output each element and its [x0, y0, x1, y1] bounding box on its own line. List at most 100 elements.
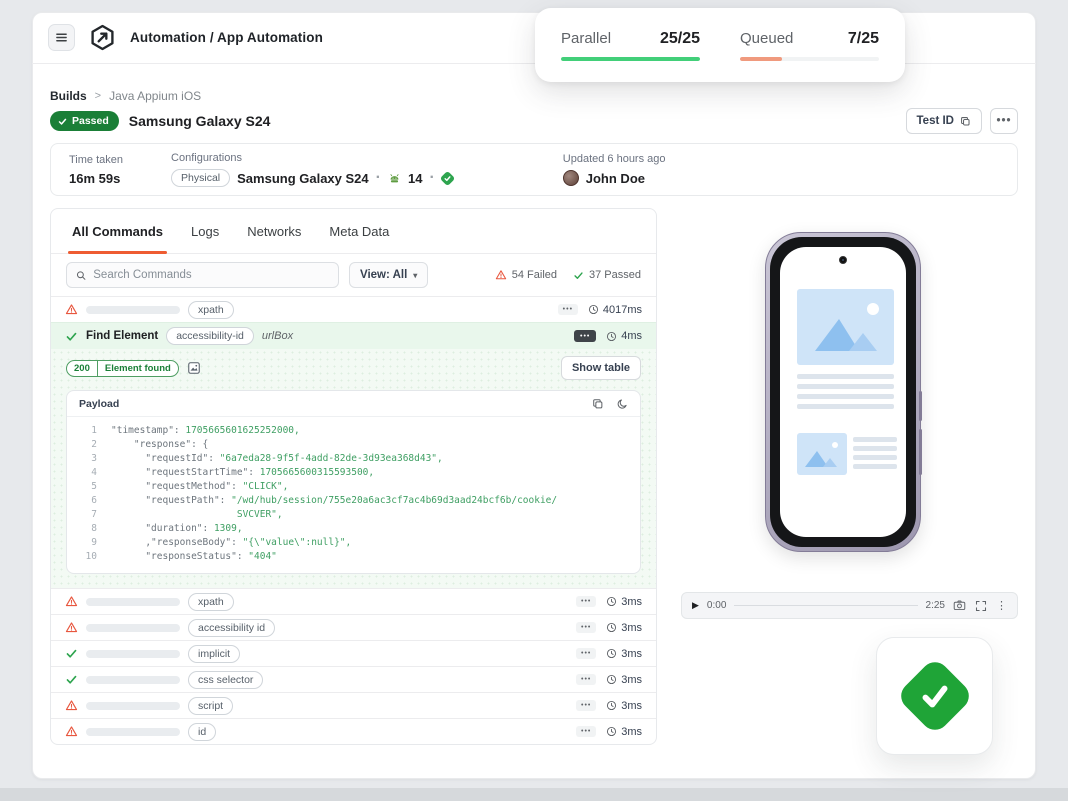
duration-value: 4017ms [603, 304, 642, 316]
command-row[interactable]: accessibility id •••3ms [51, 614, 656, 640]
check-icon [573, 270, 584, 281]
kebab-menu-icon[interactable]: ⋮ [996, 599, 1007, 612]
row-menu-button[interactable]: ••• [558, 304, 578, 315]
command-name-skeleton [86, 728, 180, 736]
text-skeleton-line [797, 384, 894, 389]
row-menu-button-dark[interactable]: ••• [574, 330, 596, 342]
total-time: 2:25 [926, 600, 945, 611]
play-icon[interactable]: ▶ [692, 600, 699, 611]
text-skeleton-line [797, 394, 894, 399]
warning-icon [65, 595, 78, 608]
more-actions-button[interactable]: ••• [990, 108, 1018, 134]
text-skeleton-line [853, 446, 897, 451]
clock-icon [606, 700, 617, 711]
locator-badge: css selector [188, 671, 263, 689]
image-placeholder [797, 289, 894, 365]
user-name: John Doe [586, 171, 645, 186]
seek-bar[interactable] [734, 605, 917, 606]
search-commands-input[interactable] [93, 269, 329, 281]
warning-icon [65, 303, 78, 316]
parallel-progress-bar [561, 57, 700, 61]
tab-all-commands[interactable]: All Commands [72, 209, 163, 253]
command-row[interactable]: script •••3ms [51, 692, 656, 718]
command-row[interactable]: xpath •••3ms [51, 588, 656, 614]
parallel-value: 25/25 [660, 30, 700, 48]
search-commands-box[interactable] [66, 262, 339, 288]
command-row[interactable]: implicit •••3ms [51, 640, 656, 666]
locator-badge: xpath [188, 593, 234, 611]
command-row[interactable]: css selector •••3ms [51, 666, 656, 692]
row-menu-button[interactable]: ••• [576, 726, 596, 737]
clock-icon [606, 726, 617, 737]
locator-badge: implicit [188, 645, 240, 663]
volume-button [919, 391, 922, 421]
tab-networks[interactable]: Networks [247, 209, 301, 253]
clock-icon [606, 331, 617, 342]
test-id-button[interactable]: Test ID [906, 108, 983, 134]
configurations-label: Configurations [171, 152, 453, 164]
device-mockup [765, 232, 921, 552]
queued-label: Queued [740, 30, 793, 47]
time-taken-value: 16m 59s [69, 171, 123, 186]
copy-icon [960, 116, 971, 127]
queued-stat: Queued 7/25 [740, 30, 879, 61]
locator-badge: accessibility id [188, 619, 275, 637]
tab-bar: All Commands Logs Networks Meta Data [51, 209, 656, 254]
warning-icon [65, 725, 78, 738]
row-menu-button[interactable]: ••• [576, 596, 596, 607]
tab-logs[interactable]: Logs [191, 209, 219, 253]
verified-diamond-icon [439, 170, 455, 186]
search-icon [76, 270, 86, 281]
device-screen [780, 247, 906, 537]
command-row[interactable]: xpath ••• 4017ms [51, 296, 656, 322]
updated-block: Updated 6 hours ago John Doe [563, 153, 666, 186]
android-icon [388, 172, 401, 185]
hamburger-menu-button[interactable] [48, 24, 75, 51]
stats-card: Parallel 25/25 Queued 7/25 [535, 8, 905, 82]
avatar [563, 170, 579, 186]
text-skeleton-line [853, 455, 897, 460]
video-player-bar: ▶ 0:00 2:25 ⋮ [681, 592, 1018, 619]
view-filter-dropdown[interactable]: View: All ▾ [349, 262, 428, 288]
app-logo-icon [89, 24, 116, 51]
queued-value: 7/25 [848, 30, 879, 48]
payload-code: 1"timestamp": 1705665601625252000, 2 "re… [67, 417, 640, 573]
current-time: 0:00 [707, 600, 726, 611]
parallel-label: Parallel [561, 30, 611, 47]
build-title-row: Passed Samsung Galaxy S24 Test ID ••• [50, 108, 1018, 134]
ellipsis-icon: ••• [996, 115, 1011, 127]
dark-mode-moon-icon[interactable] [616, 398, 628, 410]
locator-badge: xpath [188, 301, 234, 319]
command-name: Find Element [86, 330, 158, 342]
passed-count: 37 Passed [573, 269, 641, 281]
image-placeholder [797, 433, 847, 475]
locator-badge: id [188, 723, 216, 741]
test-passed-card [876, 637, 993, 755]
selected-command-row[interactable]: Find Element accessibility-id urlBox •••… [51, 322, 656, 349]
payload-title: Payload [79, 398, 119, 410]
copy-icon[interactable] [592, 398, 604, 410]
response-code: 200 [67, 361, 98, 376]
camera-icon[interactable] [953, 599, 966, 612]
warning-icon [65, 699, 78, 712]
app-title: Automation / App Automation [130, 30, 323, 45]
row-menu-button[interactable]: ••• [576, 622, 596, 633]
fullscreen-icon[interactable] [975, 600, 987, 612]
page-title: Samsung Galaxy S24 [129, 113, 271, 129]
tab-meta-data[interactable]: Meta Data [329, 209, 389, 253]
response-text: Element found [98, 361, 178, 376]
row-menu-button[interactable]: ••• [576, 700, 596, 711]
command-argument: urlBox [262, 330, 293, 342]
clock-icon [606, 674, 617, 685]
row-menu-button[interactable]: ••• [576, 674, 596, 685]
show-table-button[interactable]: Show table [561, 356, 641, 380]
row-menu-button[interactable]: ••• [576, 648, 596, 659]
device-frame [770, 237, 916, 547]
chevron-down-icon: ▾ [413, 271, 417, 280]
command-row[interactable]: id •••3ms [51, 718, 656, 744]
updated-label: Updated 6 hours ago [563, 153, 666, 165]
breadcrumb-builds[interactable]: Builds [50, 89, 87, 103]
camera-dot [839, 256, 847, 264]
screenshot-icon[interactable] [187, 361, 201, 375]
status-badge: Passed [50, 111, 119, 131]
